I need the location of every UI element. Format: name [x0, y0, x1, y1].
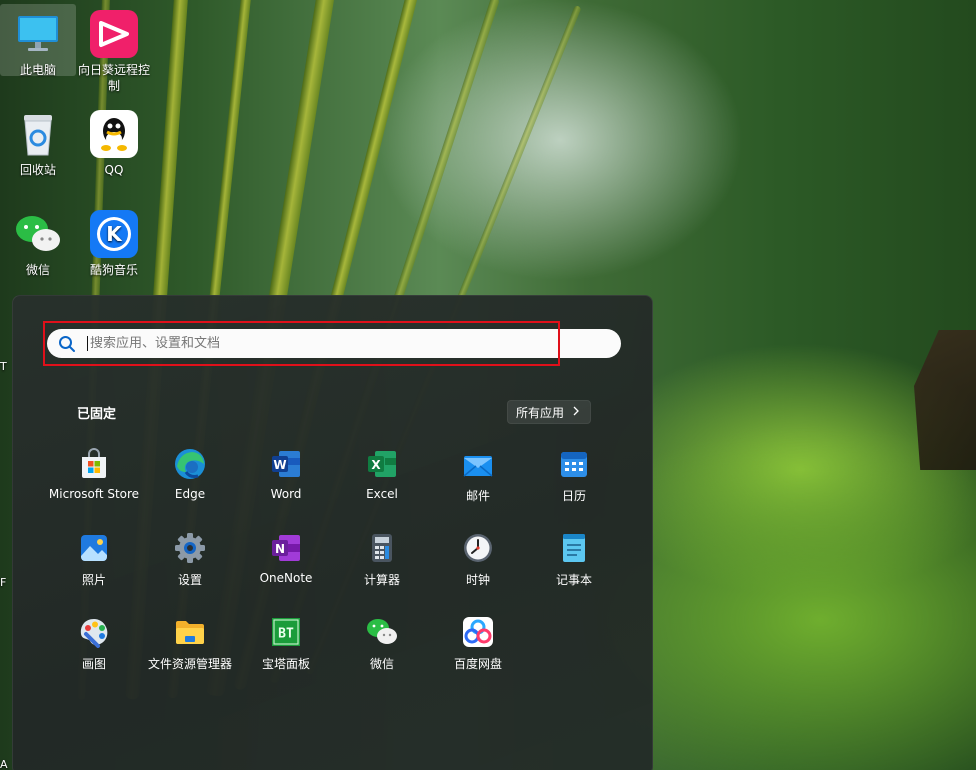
start-search-box[interactable] [47, 329, 621, 358]
hidden-desktop-label-fragment: A [0, 758, 8, 770]
pinned-app-excel[interactable]: X Excel [334, 444, 430, 528]
desktop-icon-kugou[interactable]: K 酷狗音乐 [76, 204, 152, 278]
paint-icon [78, 616, 110, 648]
wooden-hut [914, 330, 976, 470]
app-label: Edge [174, 487, 206, 501]
pinned-app-calculator[interactable]: 计算器 [334, 528, 430, 612]
edge-icon [174, 448, 206, 480]
qq-penguin-icon [90, 110, 138, 158]
desktop-icon-recycle-bin[interactable]: 回收站 [0, 104, 76, 178]
pinned-section-title: 已固定 [77, 407, 117, 422]
app-label: 画图 [81, 657, 106, 671]
wechat-icon [14, 210, 62, 258]
desktop-icon-label: 微信 [25, 263, 50, 277]
recycle-bin-icon [14, 110, 62, 158]
onenote-icon: N [270, 532, 302, 564]
calendar-icon [558, 448, 590, 480]
app-label: 文件资源管理器 [147, 657, 232, 671]
calculator-icon [366, 532, 398, 564]
excel-icon: X [366, 448, 398, 480]
pinned-apps-grid: Microsoft Store Edge W Word X Excel 邮件 日… [46, 444, 622, 696]
search-input[interactable] [90, 336, 590, 351]
hidden-desktop-label-fragment: F [0, 576, 7, 589]
clock-icon [462, 532, 494, 564]
app-label: 百度网盘 [453, 657, 502, 671]
hidden-desktop-label-fragment: T [0, 360, 7, 373]
app-label: 微信 [369, 657, 394, 671]
microsoft-store-icon [78, 448, 110, 480]
sunlogin-icon [90, 10, 138, 58]
desktop-icon-label: 此电脑 [19, 63, 56, 77]
kugou-music-icon: K [90, 210, 138, 258]
mail-icon [462, 448, 494, 480]
bt-panel-letters: BT [278, 627, 294, 642]
desktop-icon-label: QQ [104, 163, 124, 177]
pinned-app-edge[interactable]: Edge [142, 444, 238, 528]
baidu-netdisk-icon [462, 616, 494, 648]
app-label: 记事本 [555, 573, 592, 587]
pinned-app-paint[interactable]: 画图 [46, 612, 142, 696]
pinned-app-baidu-netdisk[interactable]: 百度网盘 [430, 612, 526, 696]
app-label: 邮件 [465, 489, 490, 503]
chevron-right-icon [572, 405, 580, 419]
app-label: 计算器 [363, 573, 400, 587]
wechat-icon [366, 616, 398, 648]
notepad-icon [558, 532, 590, 564]
app-label: 设置 [177, 573, 202, 587]
desktop-icon-wechat[interactable]: 微信 [0, 204, 76, 278]
desktop-icon-label: 向日葵远程控制 [77, 63, 150, 93]
desktop-icon-this-pc[interactable]: 此电脑 [0, 4, 76, 77]
bt-panel-icon: BT [270, 616, 302, 648]
desktop-icon-sunlogin[interactable]: 向日葵远程控制 [76, 4, 152, 94]
pinned-app-settings[interactable]: 设置 [142, 528, 238, 612]
pinned-app-wechat[interactable]: 微信 [334, 612, 430, 696]
all-apps-label: 所有应用 [516, 405, 565, 420]
monitor-icon [14, 10, 62, 58]
onenote-letter: N [275, 542, 285, 556]
pinned-app-word[interactable]: W Word [238, 444, 334, 528]
app-label: 日历 [561, 489, 586, 503]
desktop-icon-label: 回收站 [19, 163, 56, 177]
excel-letter: X [371, 458, 381, 472]
all-apps-button[interactable]: 所有应用 [507, 400, 592, 424]
kugou-letter: K [106, 222, 123, 246]
app-label: 照片 [81, 573, 106, 587]
word-icon: W [270, 448, 302, 480]
app-label: Excel [366, 487, 398, 501]
pinned-app-mail[interactable]: 邮件 [430, 444, 526, 528]
desktop-icon-qq[interactable]: QQ [76, 104, 152, 178]
app-label: 宝塔面板 [261, 657, 310, 671]
settings-gear-icon [174, 532, 206, 564]
pinned-app-notepad[interactable]: 记事本 [526, 528, 622, 612]
file-explorer-icon [174, 616, 206, 648]
pinned-app-onenote[interactable]: N OneNote [238, 528, 334, 612]
pinned-app-bt-panel[interactable]: BT 宝塔面板 [238, 612, 334, 696]
pinned-app-calendar[interactable]: 日历 [526, 444, 622, 528]
word-letter: W [273, 458, 286, 472]
app-label: OneNote [259, 571, 313, 585]
app-label: 时钟 [465, 573, 490, 587]
pinned-app-file-explorer[interactable]: 文件资源管理器 [142, 612, 238, 696]
text-cursor [87, 336, 88, 351]
photos-icon [78, 532, 110, 564]
app-label: Microsoft Store [48, 487, 140, 501]
pinned-app-clock[interactable]: 时钟 [430, 528, 526, 612]
pinned-app-photos[interactable]: 照片 [46, 528, 142, 612]
search-icon [47, 335, 87, 353]
start-menu: 已固定 所有应用 Microsoft Store Edge W Word [12, 295, 653, 770]
app-label: Word [270, 487, 302, 501]
desktop-icon-label: 酷狗音乐 [89, 263, 138, 277]
pinned-app-microsoft-store[interactable]: Microsoft Store [46, 444, 142, 528]
